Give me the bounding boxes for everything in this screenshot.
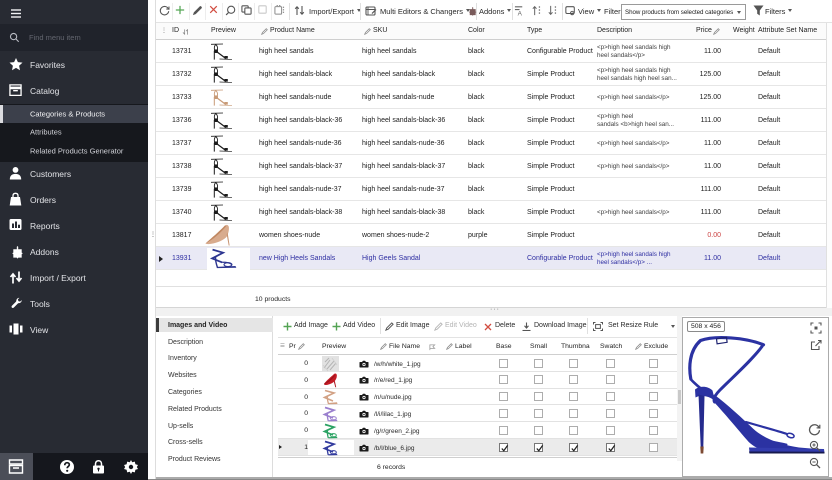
svg-text:A: A [518,11,523,16]
